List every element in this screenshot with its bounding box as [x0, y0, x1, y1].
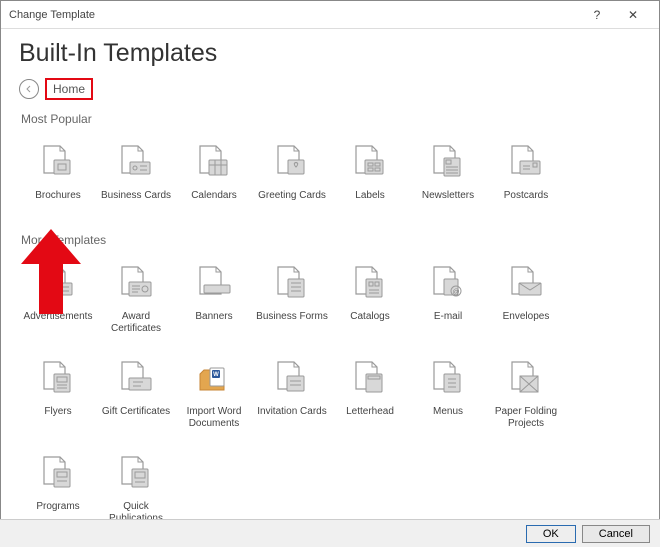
template-quick-publications[interactable]: Quick Publications [97, 447, 175, 519]
template-label: Greeting Cards [258, 190, 326, 202]
template-label: Envelopes [503, 311, 550, 323]
template-greeting-cards[interactable]: Greeting Cards [253, 136, 331, 231]
breadcrumb: Home [19, 78, 641, 100]
email-icon: @ [426, 261, 470, 305]
template-label: Menus [433, 406, 463, 418]
template-postcards[interactable]: Postcards [487, 136, 565, 231]
template-programs[interactable]: Programs [19, 447, 97, 519]
template-label: Invitation Cards [257, 406, 326, 418]
template-label: E-mail [434, 311, 462, 323]
postcard-icon [504, 140, 548, 184]
template-flyers[interactable]: Flyers [19, 352, 97, 447]
template-label: Quick Publications [99, 501, 173, 519]
envelope-icon [504, 261, 548, 305]
award-icon [114, 261, 158, 305]
template-calendars[interactable]: Calendars [175, 136, 253, 231]
template-labels[interactable]: Labels [331, 136, 409, 231]
page-title: Built-In Templates [19, 39, 641, 68]
brochure-icon [36, 140, 80, 184]
advertisements-icon [36, 261, 80, 305]
paper-fold-icon [504, 356, 548, 400]
more-grid: Advertisements Award Certificates Banner… [19, 257, 641, 519]
gift-cert-icon [114, 356, 158, 400]
business-card-icon [114, 140, 158, 184]
template-business-forms[interactable]: Business Forms [253, 257, 331, 352]
template-label: Flyers [44, 406, 71, 418]
menu-icon [426, 356, 470, 400]
section-most-popular: Most Popular [21, 112, 641, 126]
template-label: Gift Certificates [102, 406, 170, 418]
svg-text:W: W [213, 372, 219, 378]
template-envelopes[interactable]: Envelopes [487, 257, 565, 352]
dialog-footer: OK Cancel [0, 519, 660, 547]
template-label: Calendars [191, 190, 237, 202]
template-label: Programs [36, 501, 79, 513]
template-label: Award Certificates [99, 311, 173, 335]
catalog-icon [348, 261, 392, 305]
template-label: Brochures [35, 190, 81, 202]
template-label: Business Forms [256, 311, 328, 323]
template-label: Postcards [504, 190, 548, 202]
template-import-word[interactable]: W Import Word Documents [175, 352, 253, 447]
close-icon[interactable]: ✕ [615, 8, 651, 22]
cancel-button[interactable]: Cancel [582, 525, 650, 543]
template-advertisements[interactable]: Advertisements [19, 257, 97, 352]
template-catalogs[interactable]: Catalogs [331, 257, 409, 352]
template-gift-certificates[interactable]: Gift Certificates [97, 352, 175, 447]
back-button[interactable] [19, 79, 39, 99]
template-label: Business Cards [101, 190, 171, 202]
template-invitation-cards[interactable]: Invitation Cards [253, 352, 331, 447]
dialog-content: Built-In Templates Home Most Popular Bro… [1, 29, 659, 519]
title-bar: Change Template ? ✕ [1, 1, 659, 29]
template-newsletters[interactable]: Newsletters [409, 136, 487, 231]
svg-text:@: @ [452, 289, 459, 296]
template-business-cards[interactable]: Business Cards [97, 136, 175, 231]
form-icon [270, 261, 314, 305]
window-title: Change Template [9, 9, 579, 21]
template-brochures[interactable]: Brochures [19, 136, 97, 231]
calendar-icon [192, 140, 236, 184]
template-menus[interactable]: Menus [409, 352, 487, 447]
banner-icon [192, 261, 236, 305]
popular-grid: Brochures Business Cards Calendars Greet… [19, 136, 641, 231]
template-paper-folding[interactable]: Paper Folding Projects [487, 352, 565, 447]
template-label: Labels [355, 190, 384, 202]
template-label: Newsletters [422, 190, 474, 202]
template-email[interactable]: @ E-mail [409, 257, 487, 352]
letterhead-icon [348, 356, 392, 400]
template-label: Advertisements [24, 311, 93, 323]
template-letterhead[interactable]: Letterhead [331, 352, 409, 447]
greeting-card-icon [270, 140, 314, 184]
template-label: Banners [195, 311, 232, 323]
help-icon[interactable]: ? [579, 8, 615, 22]
flyer-icon [36, 356, 80, 400]
template-award-certificates[interactable]: Award Certificates [97, 257, 175, 352]
section-more-templates: More Templates [21, 233, 641, 247]
template-label: Catalogs [350, 311, 389, 323]
newsletter-icon [426, 140, 470, 184]
invitation-icon [270, 356, 314, 400]
chevron-left-icon [25, 85, 33, 93]
quick-pub-icon [114, 451, 158, 495]
import-word-icon: W [192, 356, 236, 400]
ok-button[interactable]: OK [526, 525, 576, 543]
programs-icon [36, 451, 80, 495]
breadcrumb-home[interactable]: Home [45, 78, 93, 100]
labels-icon [348, 140, 392, 184]
template-label: Import Word Documents [177, 406, 251, 430]
template-label: Paper Folding Projects [489, 406, 563, 430]
template-banners[interactable]: Banners [175, 257, 253, 352]
template-label: Letterhead [346, 406, 394, 418]
